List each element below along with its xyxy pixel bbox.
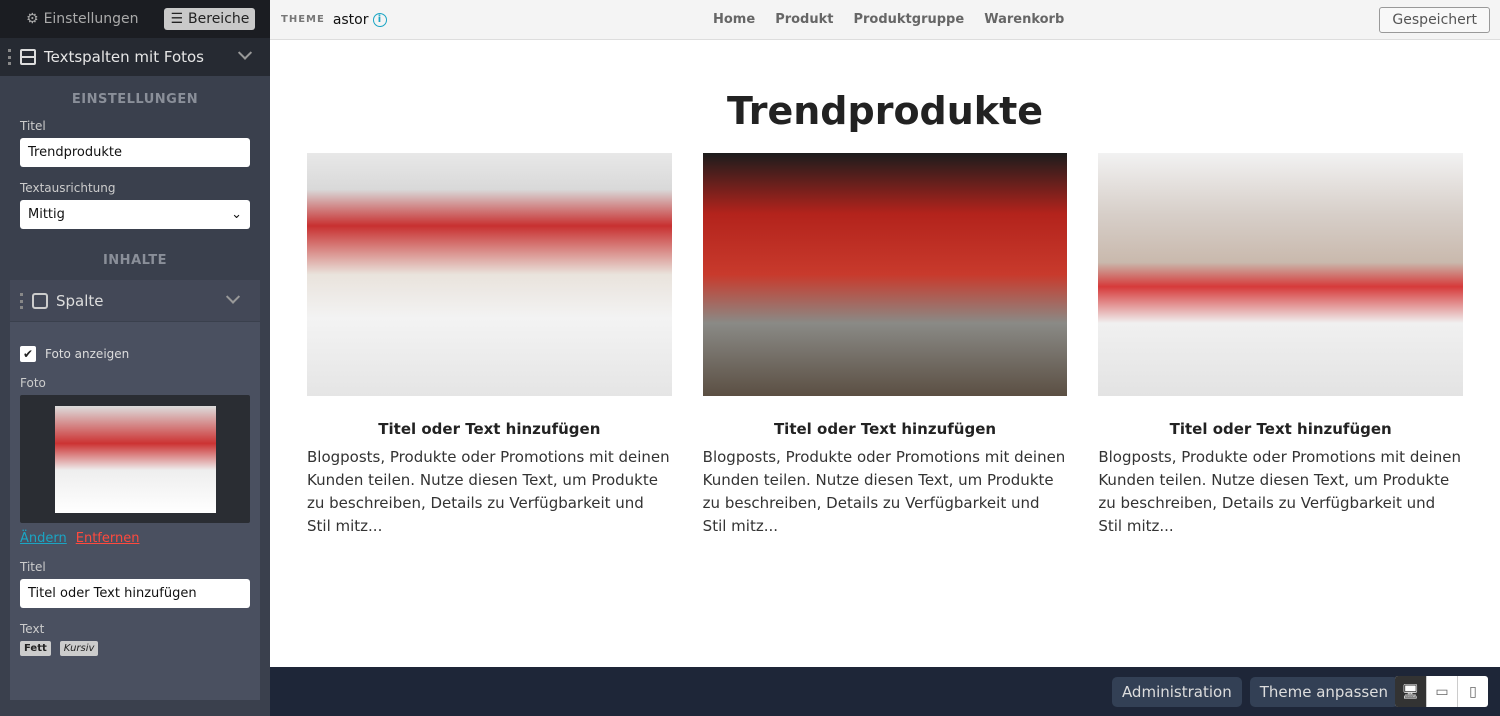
nav-warenkorb[interactable]: Warenkorb	[984, 12, 1064, 27]
column-title: Titel oder Text hinzufügen	[773, 420, 997, 438]
menu-icon: ☰	[170, 11, 184, 27]
align-label: Textausrichtung	[20, 181, 116, 195]
column-text: Blogposts, Produkte oder Promotions mit …	[307, 448, 670, 535]
theme-label: THEME	[281, 14, 325, 25]
theme-customize-button[interactable]: Theme anpassen	[1249, 676, 1398, 707]
mobile-icon[interactable]: ▯	[1457, 676, 1488, 707]
product-image	[1098, 153, 1464, 396]
column-text-label: Text	[20, 622, 45, 636]
theme-name: astor	[332, 11, 369, 28]
chevron-down-icon: ⌄	[231, 207, 242, 222]
sidebar: ⚙ Einstellungen ☰ Bereiche Textspalten mit…	[0, 0, 270, 716]
bold-button[interactable]: Fett	[20, 641, 51, 656]
title-label: Titel	[20, 119, 46, 133]
preview-area: Trendprodukte Titel oder Text hinzufügen…	[270, 41, 1500, 667]
show-photo-row[interactable]: ✔ Foto anzeigen	[20, 346, 250, 362]
section-title: Textspalten mit Fotos	[44, 48, 204, 66]
show-photo-label: Foto anzeigen	[45, 347, 130, 361]
title-input[interactable]: Trendprodukte	[20, 138, 250, 167]
chevron-down-icon[interactable]	[225, 289, 241, 304]
drag-handle-icon[interactable]	[20, 292, 24, 309]
column-2[interactable]: Titel oder Text hinzufügen Blogposts, Pr…	[702, 153, 1068, 538]
column-1[interactable]: Titel oder Text hinzufügen Blogposts, Pr…	[307, 153, 672, 538]
desktop-icon[interactable]: 🖥	[1395, 676, 1426, 707]
product-image	[702, 153, 1068, 396]
show-photo-checkbox[interactable]: ✔	[20, 346, 36, 362]
align-value: Mittig	[28, 207, 65, 222]
settings-heading: EINSTELLUNGEN	[71, 92, 199, 107]
photo-preview	[20, 395, 250, 523]
italic-button[interactable]: Kursiv	[59, 641, 99, 656]
remove-photo-link[interactable]: Entfernen	[76, 531, 140, 546]
drag-handle-icon[interactable]	[8, 49, 12, 65]
product-image	[307, 153, 672, 396]
device-switcher: 🖥 ▭ ▯	[1395, 676, 1488, 707]
content-heading: INHALTE	[102, 253, 168, 268]
section-icon	[20, 49, 36, 65]
saved-button[interactable]: Gespeichert	[1379, 6, 1490, 33]
photo-label: Foto	[20, 376, 46, 390]
footer-bar: Administration Theme anpassen 🖥 ▭ ▯	[270, 667, 1500, 716]
column-text: Blogposts, Produkte oder Promotions mit …	[1098, 448, 1461, 535]
column-label: Spalte	[56, 291, 104, 310]
column-title-input[interactable]: Titel oder Text hinzufügen	[20, 579, 250, 608]
chevron-down-icon[interactable]	[237, 45, 253, 60]
column-panel: Spalte ✔ Foto anzeigen Foto Ändern Entfe…	[10, 280, 260, 700]
column-3[interactable]: Titel oder Text hinzufügen Blogposts, Pr…	[1098, 153, 1464, 538]
photo-thumbnail	[54, 405, 216, 513]
column-title: Titel oder Text hinzufügen	[378, 420, 601, 438]
column-header[interactable]: Spalte	[10, 280, 260, 322]
column-title-label: Titel	[20, 560, 46, 574]
column-checkbox[interactable]	[32, 292, 48, 309]
change-photo-link[interactable]: Ändern	[20, 531, 67, 546]
tab-einstellungen[interactable]: ⚙ Einstellungen	[20, 8, 144, 30]
tablet-icon[interactable]: ▭	[1426, 676, 1457, 707]
section-header[interactable]: Textspalten mit Fotos	[0, 38, 270, 76]
gear-icon: ⚙	[26, 11, 39, 27]
column-title: Titel oder Text hinzufügen	[1169, 420, 1392, 438]
nav-produkt[interactable]: Produkt	[775, 12, 833, 27]
tab-bereiche[interactable]: ☰ Bereiche	[164, 8, 256, 30]
align-select[interactable]: Mittig ⌄	[20, 200, 250, 229]
top-bar: THEME astor i Home Produkt Produktgruppe…	[270, 0, 1500, 40]
nav-produktgruppe[interactable]: Produktgruppe	[853, 12, 964, 27]
page-heading: Trendprodukte	[726, 89, 1044, 133]
administration-button[interactable]: Administration	[1111, 676, 1242, 707]
nav-home[interactable]: Home	[713, 12, 755, 27]
info-icon[interactable]: i	[372, 12, 387, 27]
column-text: Blogposts, Produkte oder Promotions mit …	[702, 448, 1066, 535]
